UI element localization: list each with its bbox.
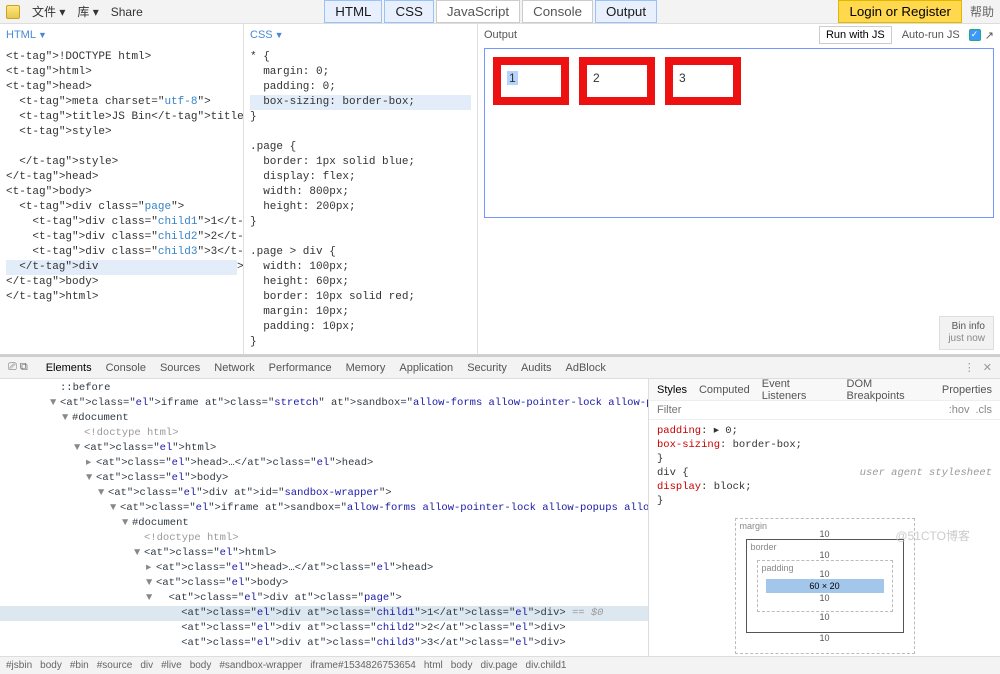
styles-tab-properties[interactable]: Properties [942, 384, 992, 396]
crumb[interactable]: body [190, 660, 212, 671]
css-editor[interactable]: * { margin: 0; padding: 0; box-sizing: b… [244, 46, 477, 354]
styles-tab-dom-breakpoints[interactable]: DOM Breakpoints [847, 379, 930, 402]
box-model: margin10 border10 padding10 60 × 20 10 1… [735, 518, 915, 654]
login-button[interactable]: Login or Register [838, 0, 962, 23]
styles-tab-computed[interactable]: Computed [699, 384, 750, 396]
bin-info-badge[interactable]: Bin infojust now [939, 316, 994, 350]
devtools-tab-adblock[interactable]: AdBlock [566, 362, 606, 374]
help-link[interactable]: 帮助 [970, 3, 994, 20]
devtools-close-icon[interactable]: ✕ [983, 361, 992, 374]
devtools-tab-application[interactable]: Application [399, 362, 453, 374]
devtools-tab-sources[interactable]: Sources [160, 362, 200, 374]
styles-rules[interactable]: padding: ▸ 0; box-sizing: border-box;}di… [649, 420, 1000, 512]
output-frame: 123 [484, 48, 994, 218]
output-panel-header: Output [484, 29, 517, 41]
top-toolbar: 文件 ▾ 库 ▾ Share HTMLCSSJavaScriptConsoleO… [0, 0, 1000, 24]
crumb[interactable]: iframe#1534826753654 [310, 660, 416, 671]
hov-toggle[interactable]: :hov [949, 404, 970, 416]
auto-run-checkbox[interactable] [969, 29, 981, 41]
crumb[interactable]: #source [97, 660, 133, 671]
popout-icon[interactable]: ↗ [985, 29, 994, 42]
crumb[interactable]: #bin [70, 660, 89, 671]
crumb[interactable]: div.child1 [526, 660, 567, 671]
jsbin-logo-icon [6, 5, 20, 19]
panel-btn-css[interactable]: CSS [384, 0, 433, 23]
crumb[interactable]: div.page [480, 660, 517, 671]
devtools-more-icon[interactable]: ⋮ [964, 361, 975, 374]
css-panel-header[interactable]: CSS▼ [244, 24, 477, 46]
output-box-3: 3 [665, 57, 741, 105]
panel-btn-html[interactable]: HTML [324, 0, 382, 23]
run-with-js-button[interactable]: Run with JS [819, 26, 892, 44]
styles-tab-styles[interactable]: Styles [657, 384, 687, 396]
devtools-tab-elements[interactable]: Elements [46, 362, 92, 374]
styles-panel: Styles Computed Event Listeners DOM Breakpo… [648, 379, 1000, 656]
output-box-2: 2 [579, 57, 655, 105]
crumb[interactable]: #jsbin [6, 660, 32, 671]
elements-tree[interactable]: ::before▼<at">class="el">iframe at">clas… [0, 379, 648, 656]
share-menu[interactable]: Share [111, 5, 143, 19]
panel-btn-console[interactable]: Console [522, 0, 593, 23]
crumb[interactable]: div [140, 660, 153, 671]
output-box-1: 1 [493, 57, 569, 105]
inspect-icon[interactable]: ⎚ ⧉ [8, 361, 28, 374]
devtools-tab-security[interactable]: Security [467, 362, 507, 374]
devtools-tab-performance[interactable]: Performance [269, 362, 332, 374]
panel-btn-javascript[interactable]: JavaScript [436, 0, 520, 23]
library-menu[interactable]: 库 ▾ [77, 3, 98, 20]
crumb[interactable]: #live [161, 660, 182, 671]
devtools-tab-console[interactable]: Console [106, 362, 146, 374]
watermark: @51CTO博客 [895, 527, 970, 544]
devtools-tab-audits[interactable]: Audits [521, 362, 552, 374]
crumb[interactable]: #sandbox-wrapper [219, 660, 302, 671]
devtools-tab-network[interactable]: Network [214, 362, 254, 374]
panel-btn-output[interactable]: Output [595, 0, 657, 23]
elements-breadcrumb[interactable]: #jsbin body #bin #source div #live body … [0, 656, 1000, 674]
crumb[interactable]: body [40, 660, 62, 671]
styles-tab-event-listeners[interactable]: Event Listeners [762, 379, 835, 402]
html-panel-header[interactable]: HTML▼ [0, 24, 243, 46]
html-editor[interactable]: <t-tag">!DOCTYPE html> <t-tag">html> <t-… [0, 46, 243, 354]
devtools-tab-memory[interactable]: Memory [346, 362, 386, 374]
file-menu[interactable]: 文件 ▾ [32, 3, 65, 20]
cls-toggle[interactable]: .cls [976, 404, 993, 416]
crumb[interactable]: html [424, 660, 443, 671]
auto-run-label: Auto-run JS [896, 27, 966, 43]
devtools-tabs: ⎚ ⧉ Elements Console Sources Network Perform… [0, 357, 1000, 379]
crumb[interactable]: body [451, 660, 473, 671]
styles-filter-input[interactable] [657, 404, 943, 416]
